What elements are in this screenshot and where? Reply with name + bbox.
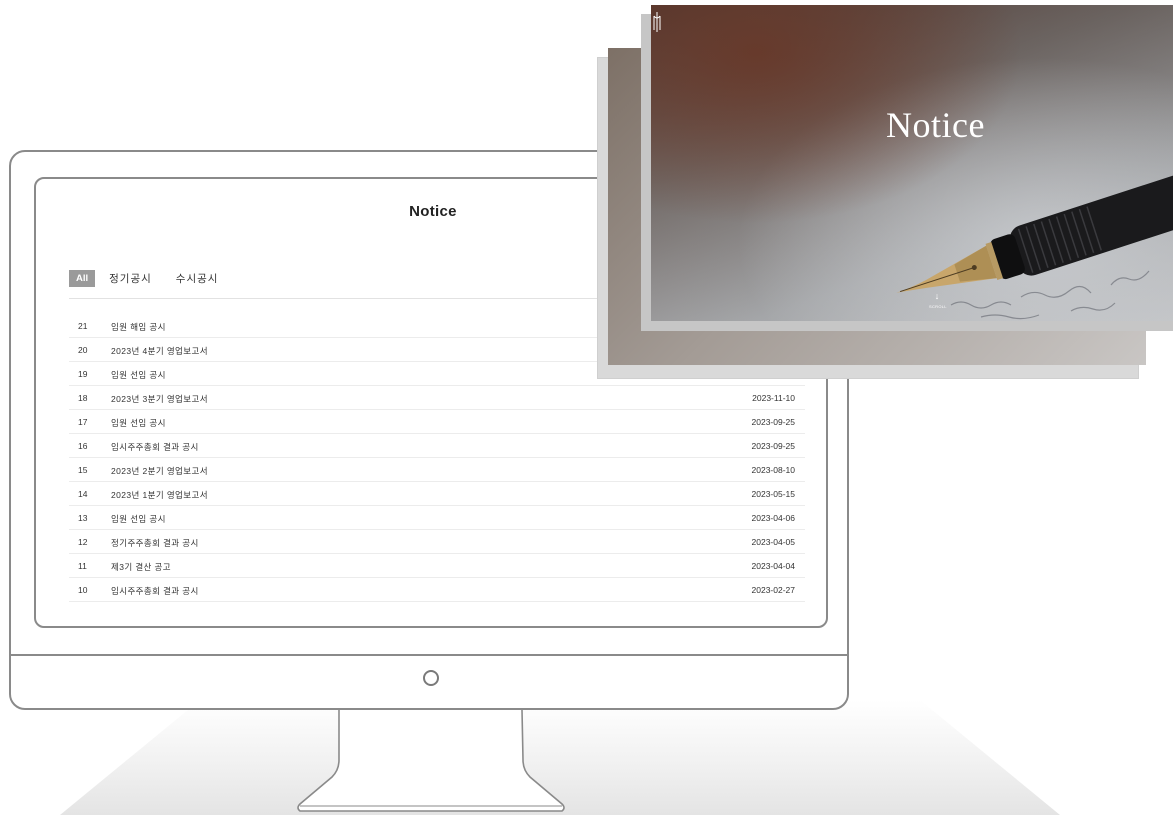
notice-date: 2023-08-10	[751, 465, 795, 475]
notice-title[interactable]: 2023년 1분기 영업보고서	[111, 489, 208, 501]
notice-row[interactable]: 12 정기주주총회 결과 공시 2023-04-05	[69, 530, 805, 554]
notice-date: 2023-04-05	[751, 537, 795, 547]
hero-title: Notice	[886, 105, 985, 145]
notice-date: 2023-09-25	[751, 417, 795, 427]
scroll-indicator[interactable]: ↓ SCROLL	[929, 291, 947, 310]
notice-number: 16	[78, 441, 88, 451]
monitor-chin-divider	[9, 654, 849, 656]
notice-date: 2023-04-06	[751, 513, 795, 523]
notice-date: 2023-11-10	[752, 393, 795, 403]
notice-row[interactable]: 18 2023년 3분기 영업보고서 2023-11-10	[69, 386, 805, 410]
notice-title[interactable]: 임시주주총회 결과 공시	[111, 585, 199, 597]
notice-number: 15	[78, 465, 88, 475]
notice-number: 10	[78, 585, 88, 595]
hero-banner: Notice ↓ SCROLL	[651, 5, 1173, 321]
mockup-stage: Notice All 정기공시 수시공시 21 임원 해임 공시 20 2023…	[0, 0, 1173, 815]
notice-title[interactable]: 임원 선임 공시	[111, 369, 166, 381]
category-tabs: All 정기공시 수시공시	[69, 270, 242, 287]
notice-number: 11	[78, 561, 87, 571]
notice-title[interactable]: 2023년 2분기 영업보고서	[111, 465, 208, 477]
fountain-pen-illustration	[896, 165, 1173, 320]
tab-regular-disclosure[interactable]: 정기공시	[109, 271, 152, 286]
notice-row[interactable]: 16 임시주주총회 결과 공시 2023-09-25	[69, 434, 805, 458]
notice-title[interactable]: 임시주주총회 결과 공시	[111, 441, 199, 453]
notice-number: 21	[78, 321, 88, 331]
notice-row[interactable]: 10 임시주주총회 결과 공시 2023-02-27	[69, 578, 805, 602]
tab-occasional-disclosure[interactable]: 수시공시	[176, 271, 219, 286]
tab-all[interactable]: All	[69, 270, 96, 287]
notice-title[interactable]: 임원 선임 공시	[111, 417, 166, 429]
notice-title[interactable]: 2023년 4분기 영업보고서	[111, 345, 208, 357]
monitor-stand	[297, 709, 565, 812]
notice-date: 2023-02-27	[751, 585, 795, 595]
notice-number: 14	[78, 489, 88, 499]
notice-row[interactable]: 13 임원 선임 공시 2023-04-06	[69, 506, 805, 530]
notice-number: 19	[78, 369, 88, 379]
notice-row[interactable]: 11 제3기 결산 공고 2023-04-04	[69, 554, 805, 578]
notice-date: 2023-05-15	[751, 489, 795, 499]
notice-title[interactable]: 제3기 결산 공고	[111, 561, 171, 573]
notice-row[interactable]: 17 임원 선임 공시 2023-09-25	[69, 410, 805, 434]
brand-logo-icon	[653, 12, 661, 32]
notice-number: 20	[78, 345, 88, 355]
notice-date: 2023-09-25	[751, 441, 795, 451]
notice-row[interactable]: 14 2023년 1분기 영업보고서 2023-05-15	[69, 482, 805, 506]
notice-title[interactable]: 임원 해임 공시	[111, 321, 166, 333]
notice-number: 18	[78, 393, 88, 403]
notice-number: 17	[78, 417, 88, 427]
notice-title[interactable]: 임원 선임 공시	[111, 513, 166, 525]
notice-title[interactable]: 정기주주총회 결과 공시	[111, 537, 199, 549]
notice-row[interactable]: 15 2023년 2분기 영업보고서 2023-08-10	[69, 458, 805, 482]
notice-number: 12	[78, 537, 88, 547]
power-button-icon	[423, 670, 439, 686]
notice-title[interactable]: 2023년 3분기 영업보고서	[111, 393, 208, 405]
scroll-label: SCROLL	[929, 304, 947, 309]
notice-date: 2023-04-04	[751, 561, 795, 571]
scroll-down-arrow-icon: ↓	[934, 291, 940, 301]
notice-number: 13	[78, 513, 88, 523]
